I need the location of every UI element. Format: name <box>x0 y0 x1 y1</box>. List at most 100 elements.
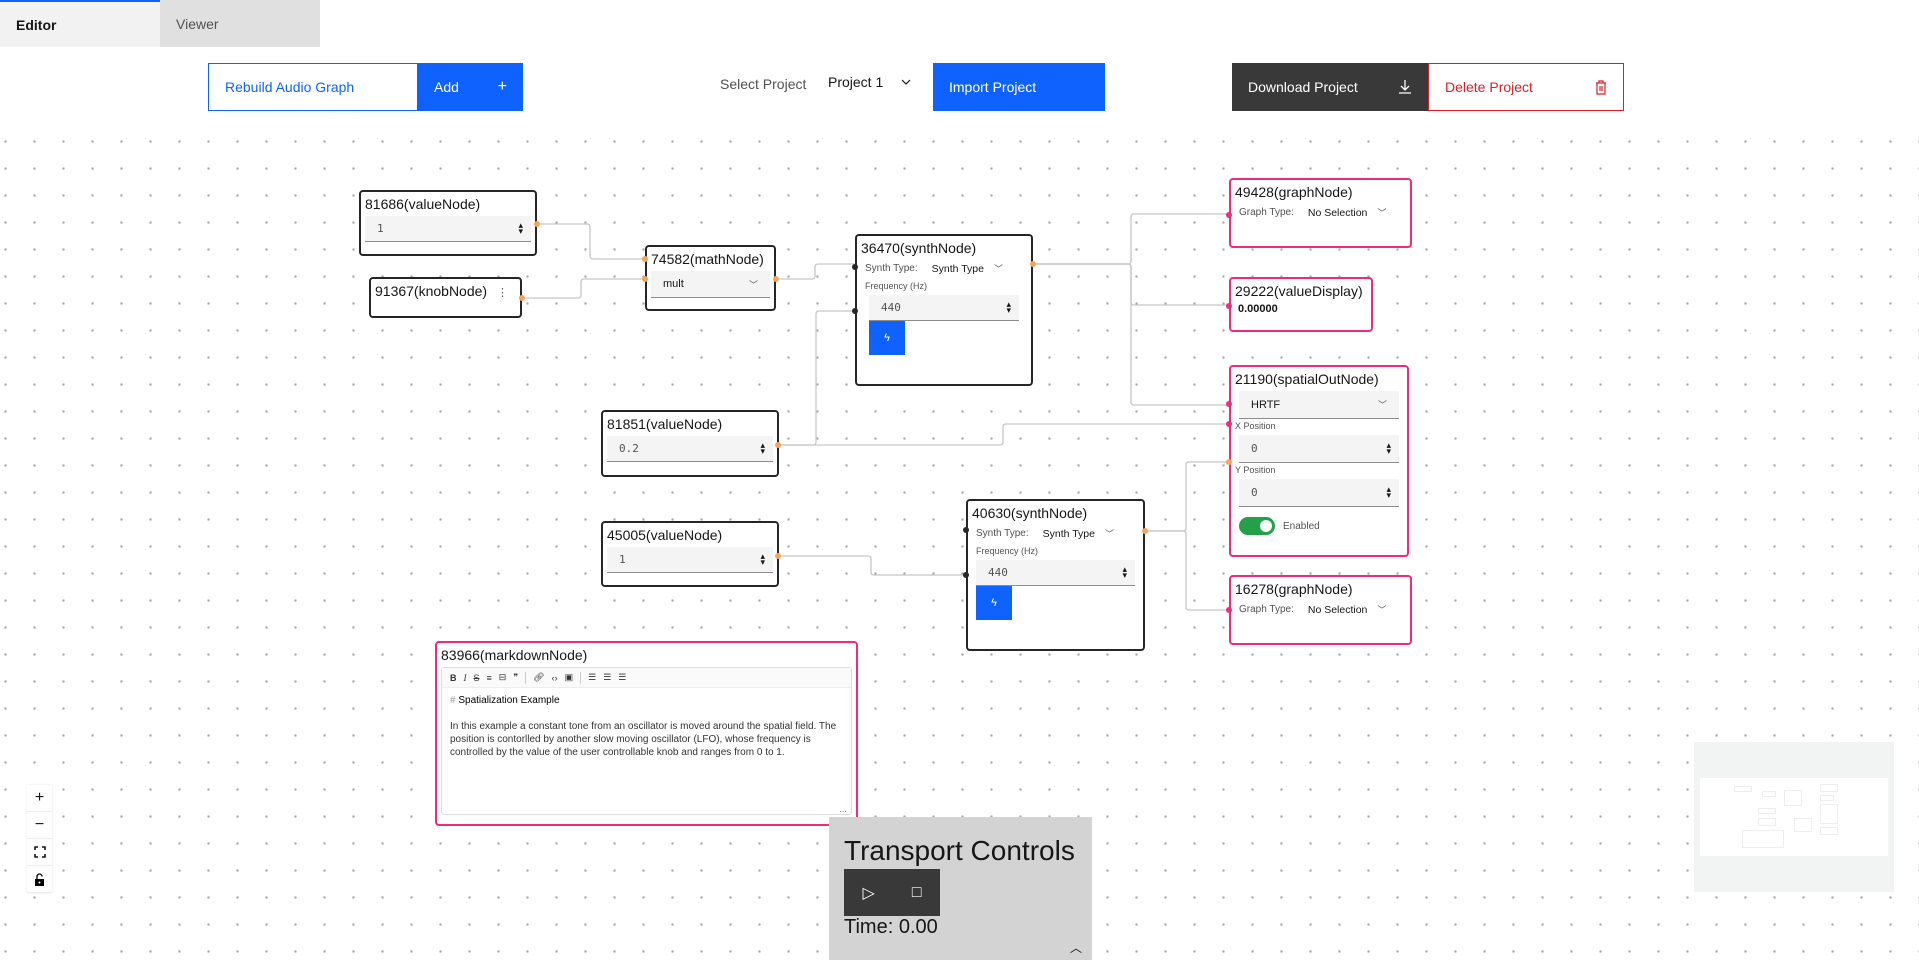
task-list-icon[interactable]: ☰ <box>618 672 626 683</box>
stepper-icon[interactable]: ▴ ▾ <box>1386 485 1391 500</box>
value-input[interactable]: 1 ▴ ▾ <box>365 216 531 242</box>
graph-node-16278[interactable]: 16278(graphNode) Graph Type: No Selectio… <box>1229 575 1412 645</box>
project-select[interactable]: Project 1 <box>828 74 911 90</box>
input-port[interactable] <box>1226 459 1232 465</box>
horizontal-rule-icon[interactable]: ⊟ <box>499 672 507 683</box>
input-port[interactable] <box>852 308 858 314</box>
value-display-node-29222[interactable]: 29222(valueDisplay) 0.00000 <box>1229 277 1373 332</box>
minimap-viewport[interactable] <box>1700 778 1888 856</box>
input-port[interactable] <box>642 276 648 282</box>
stepper-icon[interactable]: ▴ ▾ <box>1006 300 1011 315</box>
add-label: Add <box>434 79 459 95</box>
value-input[interactable]: 0.2 ▴ ▾ <box>607 436 773 462</box>
fit-view-button[interactable] <box>27 839 52 866</box>
heading-icon[interactable]: ≡ <box>487 673 492 683</box>
node-title: 29222(valueDisplay) <box>1235 283 1363 299</box>
synth-type-select[interactable]: Synth Type: Synth Type ﹀ <box>972 527 1139 540</box>
value-node-81686[interactable]: 81686(valueNode) 1 ▴ ▾ <box>359 190 537 256</box>
stop-button[interactable]: □ <box>912 884 922 902</box>
minus-icon: − <box>34 816 45 833</box>
output-port[interactable] <box>775 553 781 559</box>
download-project-button[interactable]: Download Project <box>1232 63 1428 111</box>
synth-node-36470[interactable]: 36470(synthNode) Synth Type: Synth Type … <box>855 234 1033 386</box>
minimap[interactable] <box>1694 742 1894 892</box>
bold-icon[interactable]: B <box>450 673 457 683</box>
fit-view-icon <box>33 846 46 858</box>
import-project-button[interactable]: Import Project <box>933 63 1105 111</box>
chevron-down-icon: ﹀ <box>993 264 1003 274</box>
tab-editor[interactable]: Editor <box>0 0 160 47</box>
spatial-out-node-21190[interactable]: 21190(spatialOutNode) HRTF ﹀ X Position … <box>1229 365 1409 557</box>
panning-model-value: HRTF <box>1251 398 1281 411</box>
input-port[interactable] <box>642 256 648 262</box>
strikethrough-icon[interactable]: S <box>474 673 480 683</box>
value-node-81851[interactable]: 81851(valueNode) 0.2 ▴ ▾ <box>601 410 779 477</box>
markdown-node-83966[interactable]: 83966(markdownNode) B I S ≡ ⊟ ❞ 🔗︎ ‹› ▣ … <box>435 641 858 826</box>
numbered-list-icon[interactable]: ☰ <box>603 672 611 683</box>
input-port[interactable] <box>1226 421 1232 427</box>
value-node-45005[interactable]: 45005(valueNode) 1 ▴ ▾ <box>601 521 779 587</box>
y-position-input[interactable]: 0 ▴ ▾ <box>1239 479 1399 507</box>
graph-node-49428[interactable]: 49428(graphNode) Graph Type: No Selectio… <box>1229 178 1412 248</box>
input-port[interactable] <box>1226 607 1232 613</box>
plus-icon: + <box>497 78 507 95</box>
value-input[interactable]: 1 ▴ ▾ <box>607 547 773 573</box>
output-port[interactable] <box>534 221 540 227</box>
minimap-node <box>1758 818 1776 826</box>
stepper-icon[interactable]: ▴ ▾ <box>1386 441 1391 456</box>
italic-icon[interactable]: I <box>464 673 467 683</box>
input-port[interactable] <box>1226 212 1232 218</box>
panning-model-select[interactable]: HRTF ﹀ <box>1239 391 1399 419</box>
lock-button[interactable] <box>27 866 52 893</box>
output-port[interactable] <box>1030 261 1036 267</box>
add-button[interactable]: Add + <box>418 63 523 111</box>
graph-type-select[interactable]: Graph Type: No Selection ﹀ <box>1235 603 1406 616</box>
output-port[interactable] <box>773 276 779 282</box>
markdown-content[interactable]: # Spatialization Example In this example… <box>442 688 851 765</box>
zoom-in-button[interactable]: + <box>27 785 52 812</box>
image-icon[interactable]: ▣ <box>565 672 574 683</box>
stepper-icon[interactable]: ▴ ▾ <box>760 552 765 567</box>
resize-handle-icon[interactable]: … <box>839 805 847 814</box>
input-port[interactable] <box>963 527 969 533</box>
output-port[interactable] <box>519 295 525 301</box>
overflow-menu-icon[interactable]: ⋮ <box>497 287 508 299</box>
canvas-controls: + − <box>27 785 52 893</box>
stepper-icon[interactable]: ▴ ▾ <box>760 441 765 456</box>
input-port[interactable] <box>1226 401 1232 407</box>
input-port[interactable] <box>963 572 969 578</box>
minimap-node <box>1762 791 1776 797</box>
output-port[interactable] <box>1142 528 1148 534</box>
x-position-input[interactable]: 0 ▴ ▾ <box>1239 435 1399 463</box>
stepper-icon[interactable]: ▴ ▾ <box>518 221 523 236</box>
enabled-toggle[interactable] <box>1239 517 1275 535</box>
frequency-input[interactable]: 440 ▴ ▾ <box>976 560 1135 586</box>
select-project-label: Select Project <box>720 76 807 92</box>
math-node-74582[interactable]: 74582(mathNode) mult ﹀ <box>645 245 776 311</box>
zoom-out-button[interactable]: − <box>27 812 52 839</box>
markdown-editor[interactable]: B I S ≡ ⊟ ❞ 🔗︎ ‹› ▣ ☰ ☰ ☰ # Spatializati… <box>441 667 852 815</box>
bulleted-list-icon[interactable]: ☰ <box>588 672 596 683</box>
stepper-icon[interactable]: ▴ ▾ <box>1122 565 1127 580</box>
code-icon[interactable]: ‹› <box>552 673 558 683</box>
delete-project-button[interactable]: Delete Project <box>1428 63 1624 111</box>
synth-node-40630[interactable]: 40630(synthNode) Synth Type: Synth Type … <box>966 499 1145 651</box>
input-port[interactable] <box>1226 303 1232 309</box>
knob-node-91367[interactable]: 91367(knobNode) ⋮ <box>369 277 522 318</box>
rebuild-audio-graph-button[interactable]: Rebuild Audio Graph <box>208 63 418 111</box>
graph-type-select[interactable]: Graph Type: No Selection ﹀ <box>1235 206 1406 219</box>
play-button[interactable]: ▷ <box>863 883 875 903</box>
collapse-chevron-icon[interactable]: ︿ <box>1070 939 1082 956</box>
operation-select[interactable]: mult ﹀ <box>651 271 770 298</box>
frequency-input[interactable]: 440 ▴ ▾ <box>869 295 1019 321</box>
trigger-button[interactable]: ϟ <box>869 321 905 355</box>
synth-type-select[interactable]: Synth Type: Synth Type ﹀ <box>861 262 1027 275</box>
node-title: 16278(graphNode) <box>1235 581 1353 597</box>
trigger-button[interactable]: ϟ <box>976 586 1012 620</box>
chevron-down-icon: ﹀ <box>1377 400 1387 410</box>
input-port[interactable] <box>852 264 858 270</box>
output-port[interactable] <box>775 442 781 448</box>
tab-viewer[interactable]: Viewer <box>160 0 320 47</box>
quote-icon[interactable]: ❞ <box>513 672 518 683</box>
link-icon[interactable]: 🔗︎ <box>533 672 544 683</box>
